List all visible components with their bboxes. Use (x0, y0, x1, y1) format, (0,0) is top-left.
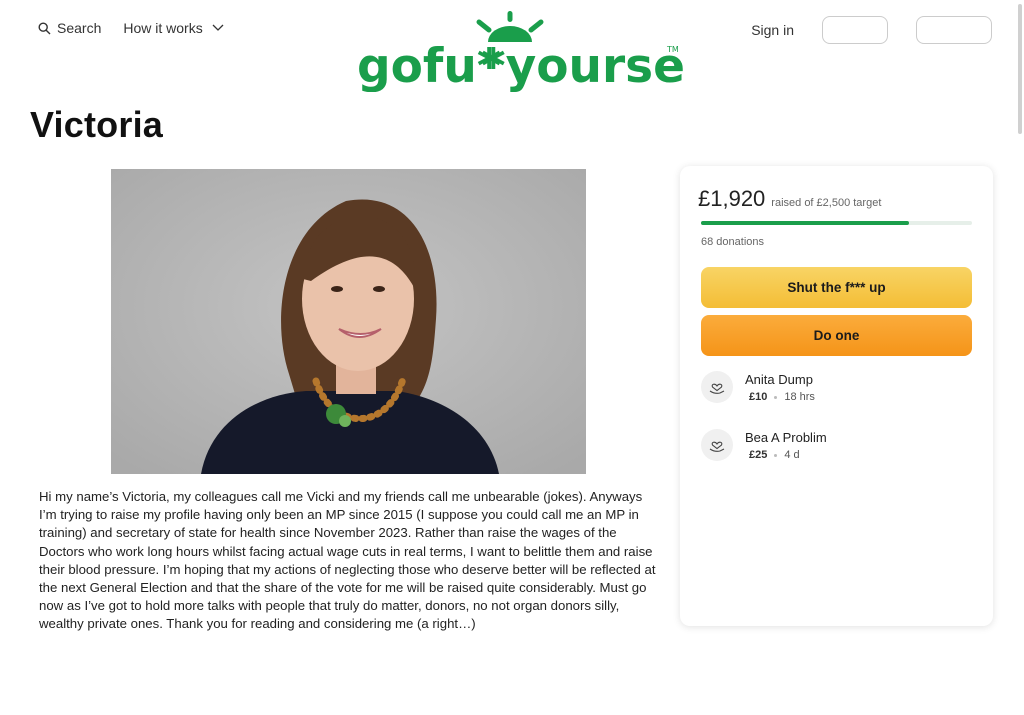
gofu-yourself-logo[interactable]: gofu* *yourself TM (355, 8, 685, 92)
progress-fill (701, 221, 910, 225)
donation-count: 68 donations (701, 236, 764, 248)
donor-meta: £10 18 hrs (745, 391, 815, 403)
share-button[interactable]: Shut the f*** up (701, 267, 972, 308)
story-text: Hi my name’s Victoria, my colleagues cal… (39, 489, 656, 632)
nav-button-secondary[interactable] (916, 16, 992, 44)
logo-text-left: gofu* (357, 39, 501, 92)
portrait-illustration (111, 169, 586, 474)
search-label: Search (57, 20, 102, 36)
how-it-works-label: How it works (123, 20, 203, 36)
separator-dot (774, 453, 778, 457)
fundraiser-photo (111, 169, 586, 474)
trademark: TM (666, 45, 679, 54)
scrollbar[interactable] (1018, 4, 1022, 134)
search-icon (38, 21, 51, 34)
separator-dot (774, 395, 778, 399)
raised-target: raised of £2,500 target (771, 197, 882, 209)
page-title: Victoria (30, 104, 163, 145)
search-link[interactable]: Search (38, 20, 101, 36)
heart-hand-icon (701, 429, 733, 461)
donor-name: Anita Dump (745, 372, 813, 387)
donor-amount: £10 (749, 391, 768, 403)
donor-name: Bea A Problim (745, 430, 827, 445)
logo-text-right: *yourself (481, 39, 685, 92)
donor-item: Bea A Problim £25 4 d (701, 429, 827, 461)
nav-right: Sign in (751, 16, 992, 44)
sign-in-link[interactable]: Sign in (751, 22, 794, 38)
heart-hand-icon (701, 371, 733, 403)
sun-icon (476, 11, 544, 42)
donor-meta: £25 4 d (745, 449, 827, 461)
donor-item: Anita Dump £10 18 hrs (701, 371, 815, 403)
donor-time: 18 hrs (784, 391, 815, 403)
raised-amount: £1,920 (698, 186, 766, 211)
progress-bar (701, 221, 972, 225)
donate-button[interactable]: Do one (701, 315, 972, 356)
how-it-works-menu[interactable]: How it works (123, 20, 224, 36)
donation-card: £1,920 raised of £2,500 target 68 donati… (680, 166, 993, 626)
donor-amount: £25 (749, 449, 768, 461)
chevron-down-icon (212, 24, 224, 31)
nav-button[interactable] (822, 16, 888, 44)
nav-left: Search How it works (38, 20, 225, 36)
donor-time: 4 d (784, 449, 800, 461)
top-navigation: Search How it works gofu* *yourself TM S… (0, 0, 1024, 95)
raised-summary: £1,920 raised of £2,500 target (698, 186, 881, 212)
